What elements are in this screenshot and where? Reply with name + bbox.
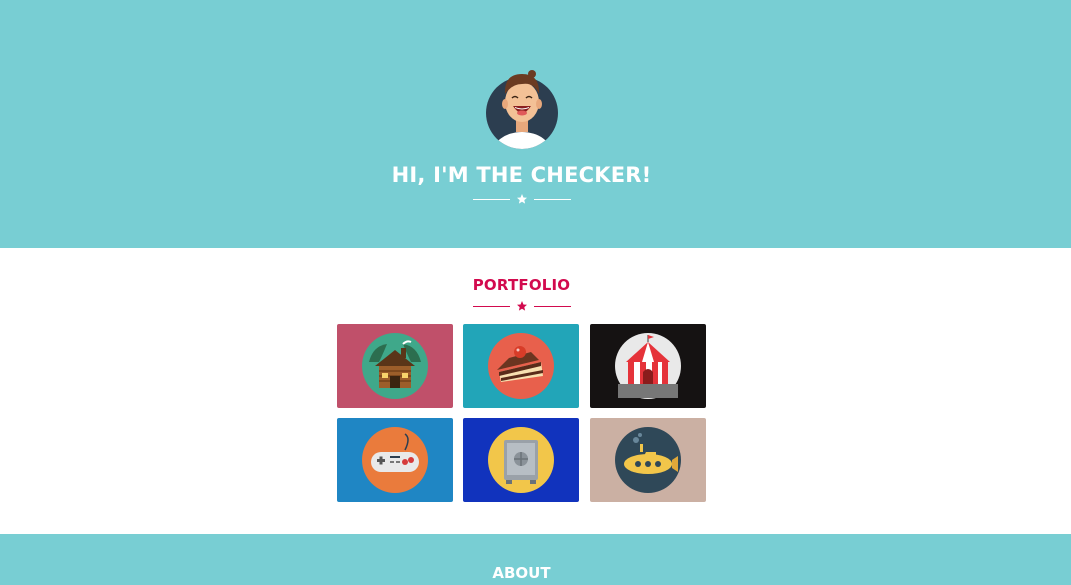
log-cabin-icon (362, 333, 428, 399)
portfolio-divider (473, 300, 571, 314)
portfolio-item-cabin[interactable] (337, 324, 453, 408)
divider-line-left (473, 199, 510, 200)
circus-tent-icon (615, 333, 681, 399)
portfolio-item-game[interactable] (337, 418, 453, 502)
section-title-portfolio: PORTFOLIO (472, 276, 571, 294)
about-section: ABOUT (0, 534, 1071, 585)
divider-line-right (534, 199, 571, 200)
section-title-about: ABOUT (492, 564, 551, 582)
page-title: HI, I'M THE CHECKER! (391, 163, 652, 187)
hero-section: HI, I'M THE CHECKER! (0, 0, 1071, 248)
safe-vault-icon (488, 427, 554, 493)
star-icon (517, 194, 527, 204)
divider-line-right (534, 306, 571, 307)
submarine-icon (615, 427, 681, 493)
cake-slice-icon (488, 333, 554, 399)
star-icon (517, 301, 527, 311)
hero-divider (473, 193, 571, 207)
divider-line-left (473, 306, 510, 307)
portfolio-item-submarine[interactable] (590, 418, 706, 502)
game-controller-icon (362, 427, 428, 493)
portfolio-item-circus[interactable] (590, 324, 706, 408)
portfolio-item-cake[interactable] (463, 324, 579, 408)
avatar (486, 70, 558, 149)
portfolio-item-safe[interactable] (463, 418, 579, 502)
